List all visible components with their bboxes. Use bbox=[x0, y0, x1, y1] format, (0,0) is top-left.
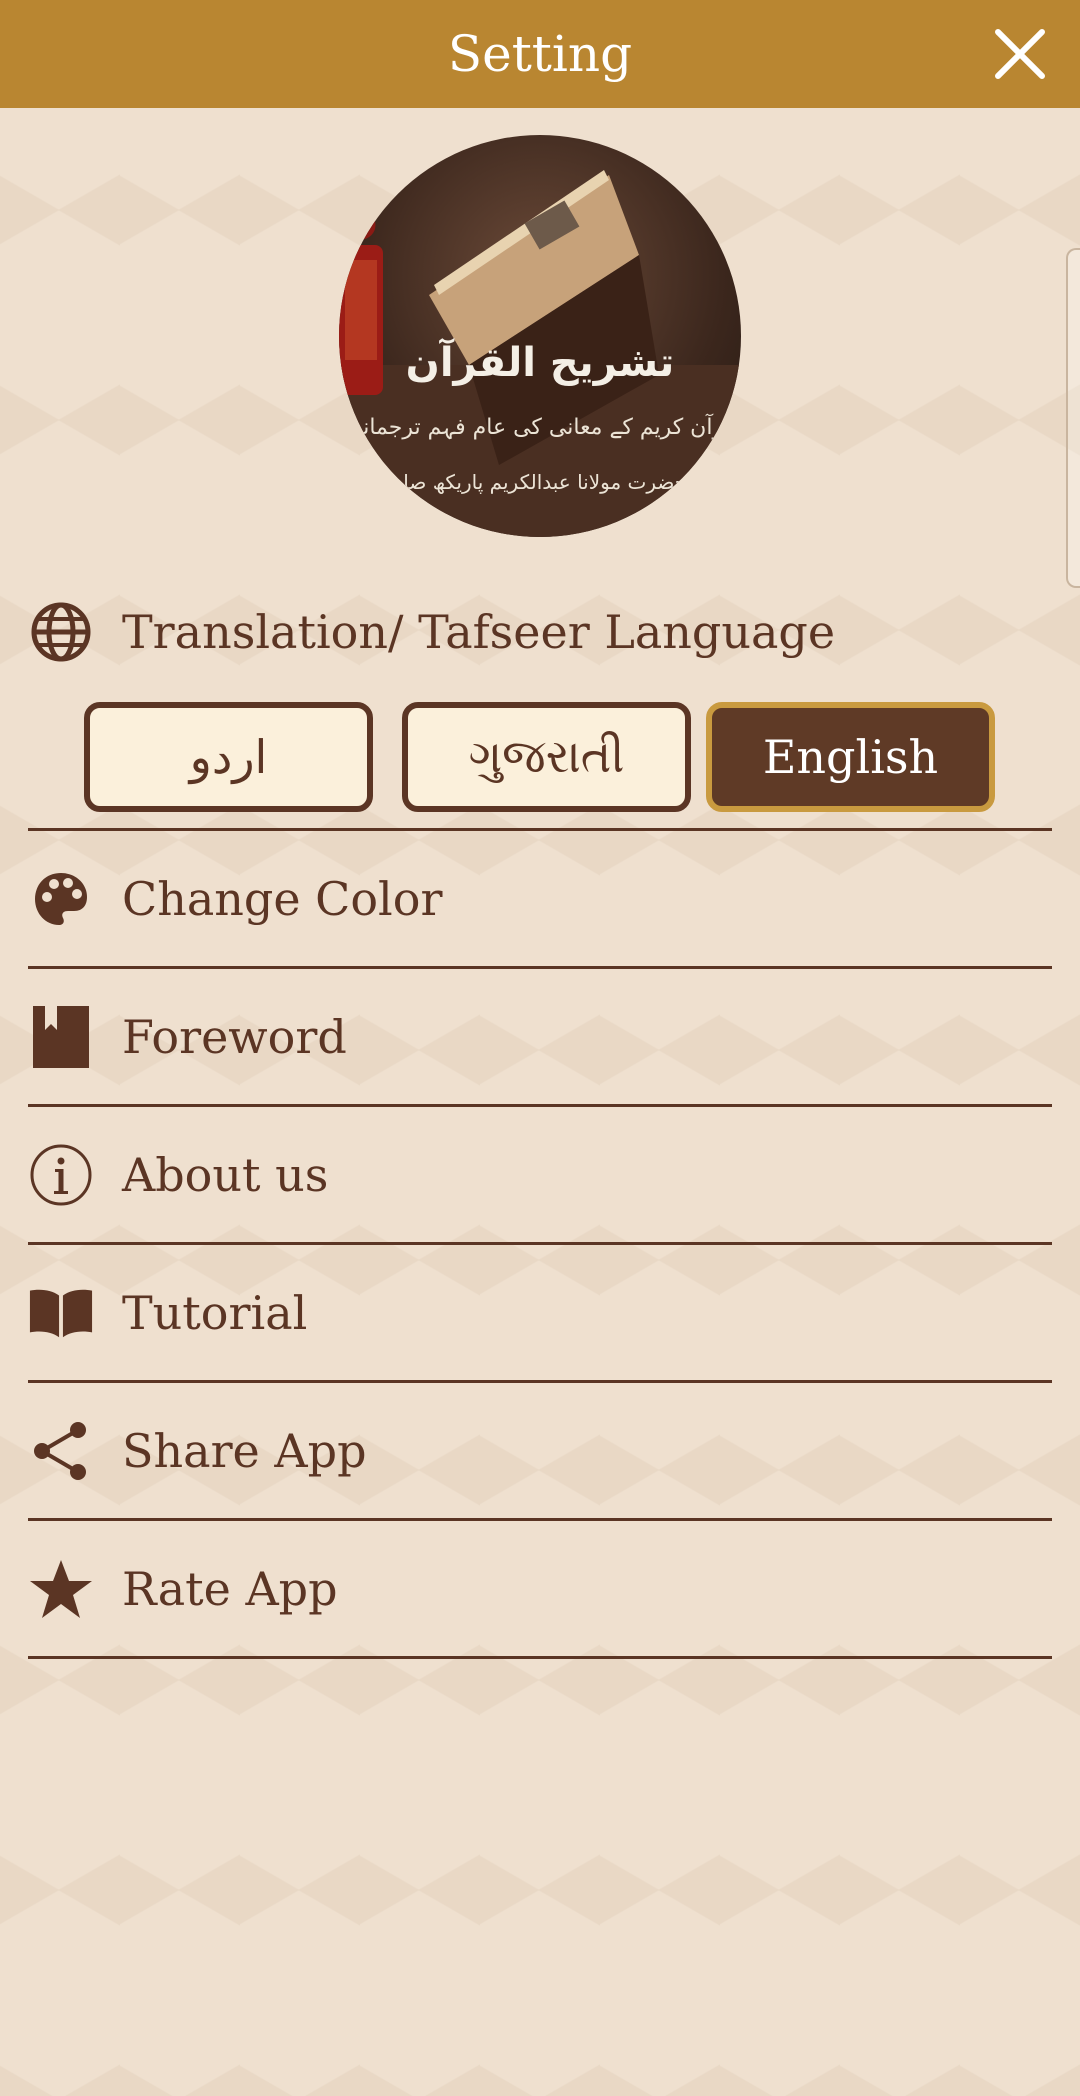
palette-icon bbox=[28, 866, 94, 932]
close-icon bbox=[995, 29, 1045, 79]
menu-item-share-app[interactable]: Share App bbox=[28, 1383, 1052, 1518]
open-book-icon bbox=[28, 1280, 94, 1346]
language-options: اردو ગુજરાતી English bbox=[84, 702, 995, 812]
menu-item-label: About us bbox=[122, 1147, 329, 1202]
globe-icon bbox=[28, 599, 94, 665]
share-icon bbox=[28, 1418, 94, 1484]
settings-menu: Change Color Foreword About us Tutorial … bbox=[28, 828, 1052, 1659]
menu-item-label: Foreword bbox=[122, 1009, 347, 1064]
page-title: Setting bbox=[447, 25, 633, 83]
menu-item-foreword[interactable]: Foreword bbox=[28, 969, 1052, 1104]
menu-item-label: Rate App bbox=[122, 1561, 338, 1616]
menu-item-change-color[interactable]: Change Color bbox=[28, 831, 1052, 966]
menu-item-about-us[interactable]: About us bbox=[28, 1107, 1052, 1242]
language-option-gujarati[interactable]: ગુજરાતી bbox=[402, 702, 691, 812]
language-section-label: Translation/ Tafseer Language bbox=[122, 605, 836, 659]
logo-author: از حضرت مولانا عبدالکریم پاریکھ صاحب bbox=[371, 470, 709, 494]
info-icon bbox=[28, 1142, 94, 1208]
menu-item-label: Change Color bbox=[122, 871, 443, 926]
close-button[interactable] bbox=[990, 24, 1050, 84]
side-drawer-handle[interactable] bbox=[1066, 248, 1080, 588]
language-section-header: Translation/ Tafseer Language bbox=[28, 598, 1052, 666]
menu-item-rate-app[interactable]: Rate App bbox=[28, 1521, 1052, 1656]
logo-subtitle: قرآن کریم کے معانی کی عام فہم ترجمانی bbox=[344, 415, 736, 440]
menu-item-label: Share App bbox=[122, 1423, 367, 1478]
star-icon bbox=[28, 1556, 94, 1622]
menu-item-label: Tutorial bbox=[122, 1285, 308, 1340]
bookmark-icon bbox=[28, 1004, 94, 1070]
divider bbox=[28, 1656, 1052, 1659]
language-option-english[interactable]: English bbox=[706, 702, 995, 812]
app-header: Setting bbox=[0, 0, 1080, 108]
language-option-urdu[interactable]: اردو bbox=[84, 702, 373, 812]
logo-title: تشریح القرآن bbox=[405, 340, 675, 386]
app-logo: تشریح القرآن قرآن کریم کے معانی کی عام ف… bbox=[339, 135, 741, 537]
menu-item-tutorial[interactable]: Tutorial bbox=[28, 1245, 1052, 1380]
